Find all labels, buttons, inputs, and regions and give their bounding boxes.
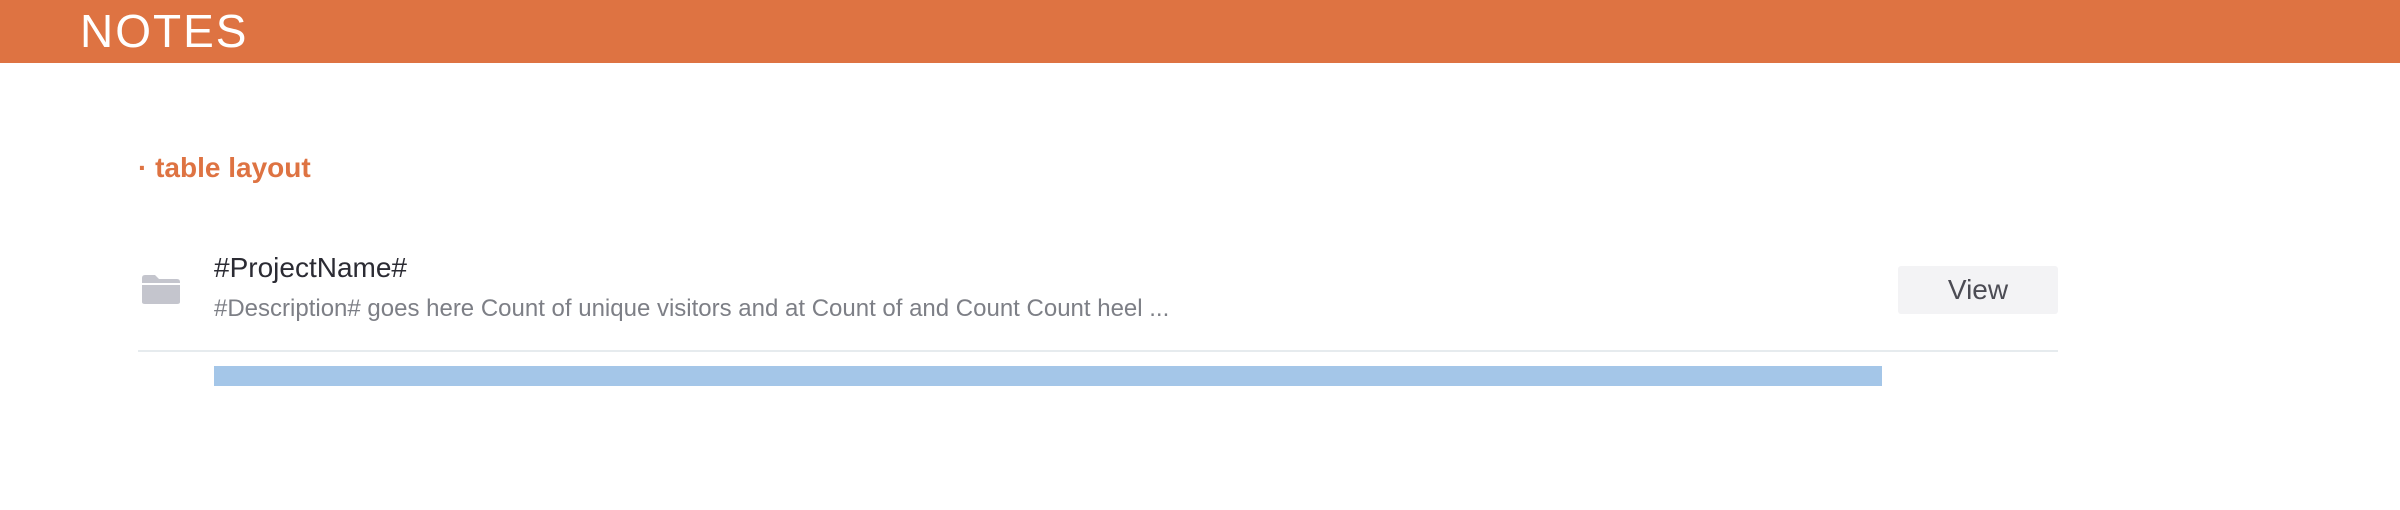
view-button[interactable]: View <box>1898 266 2058 314</box>
project-name[interactable]: #ProjectName# <box>214 250 407 286</box>
section-heading: · table layout <box>138 152 311 183</box>
notes-page: NOTES · table layout #ProjectName# #Desc… <box>0 0 2400 510</box>
progress-fill <box>214 366 1882 386</box>
page-title: NOTES <box>80 5 249 57</box>
project-description: #Description# goes here Count of unique … <box>214 295 1170 322</box>
project-row[interactable]: #ProjectName# #Description# goes here Co… <box>138 240 2058 352</box>
header-bar: NOTES <box>0 0 2400 63</box>
folder-icon <box>142 275 180 304</box>
progress-bar <box>214 366 1882 386</box>
